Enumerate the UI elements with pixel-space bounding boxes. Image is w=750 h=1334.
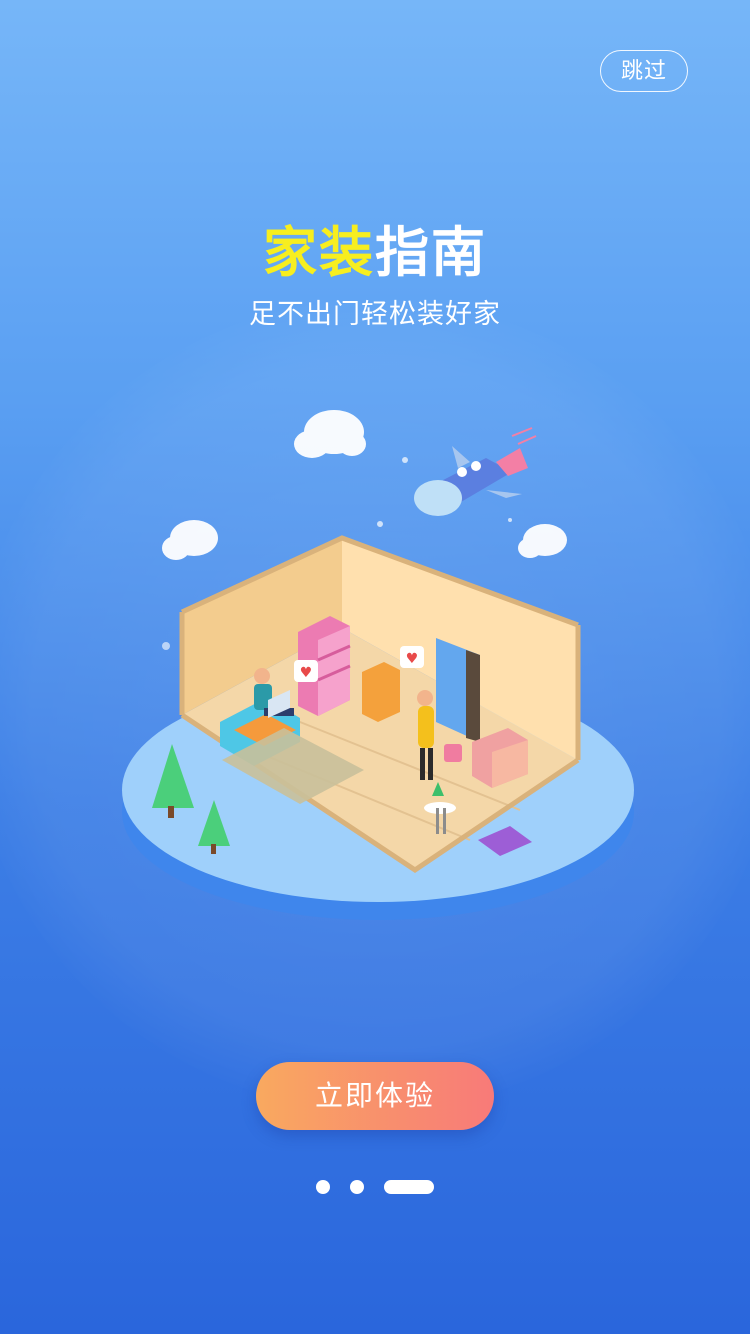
page-subtitle: 足不出门轻松装好家 [249, 299, 501, 330]
page-title: 家装指南 [0, 208, 750, 287]
title-highlight: 家装 [263, 221, 375, 284]
page-dot[interactable] [350, 1180, 364, 1194]
page-dot-active[interactable] [384, 1180, 434, 1194]
skip-button[interactable]: 跳过 [600, 50, 688, 92]
title-rest: 指南 [375, 221, 487, 284]
start-experience-button[interactable]: 立即体验 [256, 1062, 494, 1130]
page-indicator [0, 1180, 750, 1194]
person-sitting-head [254, 668, 270, 684]
svg-text:♥: ♥ [406, 651, 419, 667]
person-standing-head [417, 690, 433, 706]
cloud-icon [162, 520, 218, 560]
cloud-icon [294, 410, 366, 458]
page-dot[interactable] [316, 1180, 330, 1194]
svg-text:♥: ♥ [300, 665, 313, 681]
cloud-icon [518, 524, 567, 558]
cabinet-orange [362, 662, 400, 722]
isometric-room-illustration: ♥ ♥ [122, 410, 634, 920]
rocket-icon [414, 427, 537, 516]
